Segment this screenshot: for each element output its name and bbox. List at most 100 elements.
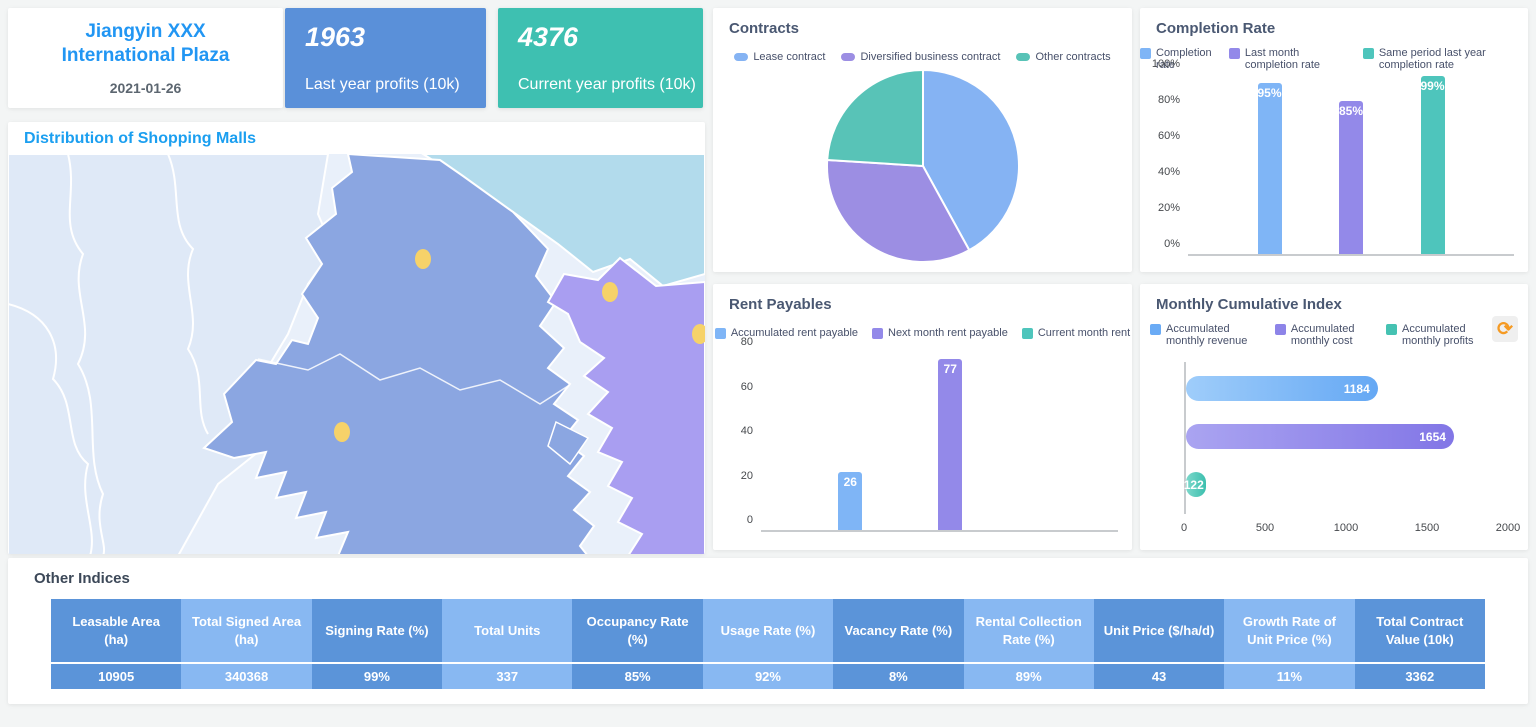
column-header: Occupancy Rate (%): [572, 599, 702, 663]
legend-swatch: [1363, 48, 1374, 59]
column-header: Rental Collection Rate (%): [964, 599, 1094, 663]
kpi-value: 1963: [305, 22, 466, 53]
rent-legend: Accumulated rent payable Next month rent…: [713, 327, 1132, 339]
rent-plot: 0 20 40 60 80 26 77: [761, 354, 1118, 532]
column-header: Vacancy Rate (%): [833, 599, 963, 663]
y-tick: 40%: [1158, 166, 1180, 178]
chart-title-monthly: Monthly Cumulative Index: [1140, 284, 1528, 313]
legend-label: Current month rent: [1038, 327, 1130, 339]
last-month-completion-bar[interactable]: 85%: [1339, 101, 1363, 254]
x-axis-line: [761, 530, 1118, 532]
accumulated-revenue-bar[interactable]: 1184: [1186, 376, 1378, 401]
rent-payables-card: Rent Payables Accumulated rent payable N…: [713, 284, 1132, 550]
legend-item[interactable]: Current month rent: [1022, 327, 1130, 339]
legend-swatch: [841, 53, 855, 61]
pie-slice[interactable]: [827, 70, 923, 166]
x-tick: 0: [1181, 522, 1187, 534]
legend-label: Diversified business contract: [860, 51, 1000, 63]
legend-item[interactable]: Accumulated monthly revenue: [1150, 323, 1265, 347]
indices-table: Leasable Area (ha) Total Signed Area (ha…: [51, 599, 1485, 689]
completion-plot: 0% 20% 40% 60% 80% 100% 95% 85% 99%: [1188, 76, 1514, 256]
accumulated-cost-bar[interactable]: 1654: [1186, 424, 1454, 449]
legend-swatch: [872, 328, 883, 339]
table-cell: 3362: [1355, 663, 1485, 689]
chart-title-rent: Rent Payables: [713, 284, 1132, 313]
column-header: Signing Rate (%): [312, 599, 442, 663]
dashboard: Jiangyin XXX International Plaza 2021-01…: [0, 0, 1536, 727]
table-header-row: Leasable Area (ha) Total Signed Area (ha…: [51, 599, 1485, 663]
chart-title-completion: Completion Rate: [1140, 8, 1528, 37]
table-row: 10905 340368 99% 337 85% 92% 8% 89% 43 1…: [51, 663, 1485, 689]
y-tick: 60%: [1158, 130, 1180, 142]
report-date: 2021-01-26: [110, 80, 182, 96]
legend-label: Accumulated monthly cost: [1291, 323, 1376, 347]
next-month-rent-bar[interactable]: 77: [938, 359, 962, 530]
kpi-current-year-profits: 4376 Current year profits (10k): [498, 8, 703, 108]
legend-item[interactable]: Last month completion rate: [1229, 47, 1351, 71]
legend-item[interactable]: Diversified business contract: [841, 51, 1000, 63]
accumulated-profits-bar[interactable]: 122: [1186, 472, 1206, 497]
contracts-legend: Lease contract Diversified business cont…: [713, 51, 1132, 63]
legend-label: Next month rent payable: [888, 327, 1008, 339]
shopping-malls-map[interactable]: [8, 154, 705, 554]
bar-value-label: 99%: [1420, 79, 1444, 93]
table-cell: 11%: [1224, 663, 1354, 689]
kpi-label: Last year profits (10k): [305, 76, 460, 94]
accumulated-rent-bar[interactable]: 26: [838, 472, 862, 530]
mall-marker[interactable]: [334, 422, 350, 442]
legend-item[interactable]: Accumulated rent payable: [715, 327, 858, 339]
kpi-label: Current year profits (10k): [518, 76, 696, 94]
column-header: Unit Price ($/ha/d): [1094, 599, 1224, 663]
map-title: Distribution of Shopping Malls: [8, 122, 705, 154]
legend-item[interactable]: Next month rent payable: [872, 327, 1008, 339]
contracts-pie-chart[interactable]: [818, 67, 1028, 265]
completion-legend: Completion rate Last month completion ra…: [1140, 47, 1528, 71]
refresh-glyph: ⟳: [1497, 318, 1513, 341]
legend-label: Lease contract: [753, 51, 825, 63]
y-tick: 80: [741, 336, 753, 348]
x-tick: 500: [1256, 522, 1274, 534]
legend-item[interactable]: Accumulated monthly cost: [1275, 323, 1376, 347]
completion-rate-bar[interactable]: 95%: [1258, 83, 1282, 254]
mall-marker[interactable]: [415, 249, 431, 269]
legend-label: Other contracts: [1035, 51, 1110, 63]
table-cell: 8%: [833, 663, 963, 689]
y-tick: 20%: [1158, 202, 1180, 214]
header-card: Jiangyin XXX International Plaza 2021-01…: [8, 8, 283, 108]
legend-label: Last month completion rate: [1245, 47, 1351, 71]
legend-swatch: [734, 53, 748, 61]
column-header: Growth Rate of Unit Price (%): [1224, 599, 1354, 663]
bar-value-label: 26: [844, 475, 857, 489]
y-tick: 0: [747, 514, 753, 526]
legend-item[interactable]: Accumulated monthly profits: [1386, 323, 1494, 347]
page-title: Jiangyin XXX International Plaza: [8, 20, 283, 68]
table-cell: 337: [442, 663, 572, 689]
completion-rate-card: Completion Rate Completion rate Last mon…: [1140, 8, 1528, 272]
other-indices-card: Other Indices Leasable Area (ha) Total S…: [8, 558, 1528, 704]
bar-value-label: 1184: [1344, 382, 1370, 396]
last-year-completion-bar[interactable]: 99%: [1421, 76, 1445, 254]
legend-swatch: [715, 328, 726, 339]
x-tick: 2000: [1496, 522, 1520, 534]
y-tick: 80%: [1158, 94, 1180, 106]
table-cell: 43: [1094, 663, 1224, 689]
legend-swatch: [1140, 48, 1151, 59]
table-cell: 85%: [572, 663, 702, 689]
column-header: Total Signed Area (ha): [181, 599, 311, 663]
table-cell: 340368: [181, 663, 311, 689]
column-header: Total Units: [442, 599, 572, 663]
legend-item[interactable]: Other contracts: [1016, 51, 1110, 63]
legend-item[interactable]: Lease contract: [734, 51, 825, 63]
mall-marker[interactable]: [602, 282, 618, 302]
legend-swatch: [1229, 48, 1240, 59]
monthly-plot: 1184 1654 122 0 500 1000 1500 2000: [1184, 362, 1508, 514]
x-tick: 1500: [1415, 522, 1439, 534]
legend-swatch: [1016, 53, 1030, 61]
refresh-icon[interactable]: ⟳: [1492, 316, 1518, 342]
bar-value-label: 122: [1184, 478, 1204, 492]
monthly-legend: Accumulated monthly revenue Accumulated …: [1140, 323, 1528, 347]
table-cell: 89%: [964, 663, 1094, 689]
legend-swatch: [1386, 324, 1397, 335]
legend-item[interactable]: Same period last year completion rate: [1363, 47, 1528, 71]
contracts-card: Contracts Lease contract Diversified bus…: [713, 8, 1132, 272]
